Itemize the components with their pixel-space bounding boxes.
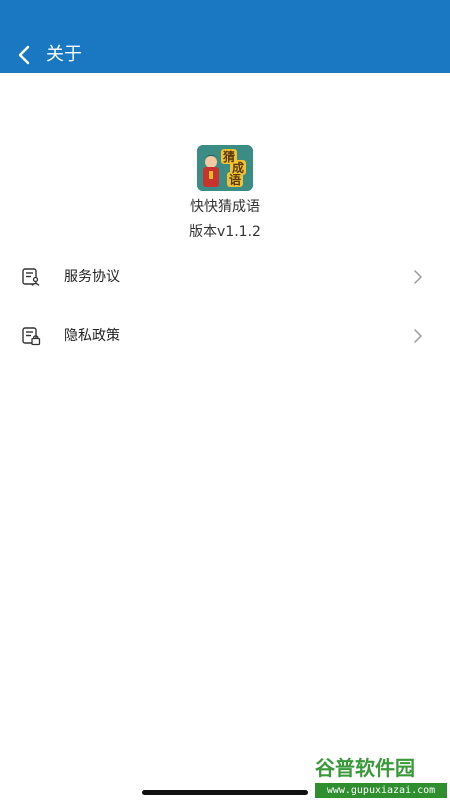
watermark-title: 谷普软件园 (315, 756, 415, 780)
app-name: 快快猜成语 (190, 199, 260, 215)
app-version: 版本v1.1.2 (189, 224, 261, 240)
watermark: 谷普软件园 www.gupuxiazai.com (312, 751, 450, 800)
privacy-policy-label: 隐私政策 (64, 328, 120, 344)
top-app-bar: 关于 (0, 0, 450, 73)
watermark-url: www.gupuxiazai.com (315, 783, 447, 798)
chevron-right-icon (414, 270, 422, 284)
home-indicator[interactable] (142, 790, 308, 795)
document-user-icon (22, 268, 40, 286)
chevron-right-icon (414, 329, 422, 343)
page-title: 关于 (46, 44, 82, 65)
app-logo-icon: 猜 成 语 (197, 145, 253, 191)
privacy-policy-item[interactable]: 隐私政策 (0, 312, 450, 360)
terms-of-service-item[interactable]: 服务协议 (0, 253, 450, 301)
document-lock-icon (22, 327, 41, 346)
back-button[interactable] (12, 40, 36, 70)
terms-of-service-label: 服务协议 (64, 269, 120, 285)
svg-text:语: 语 (229, 172, 241, 187)
chevron-left-icon (18, 45, 30, 65)
